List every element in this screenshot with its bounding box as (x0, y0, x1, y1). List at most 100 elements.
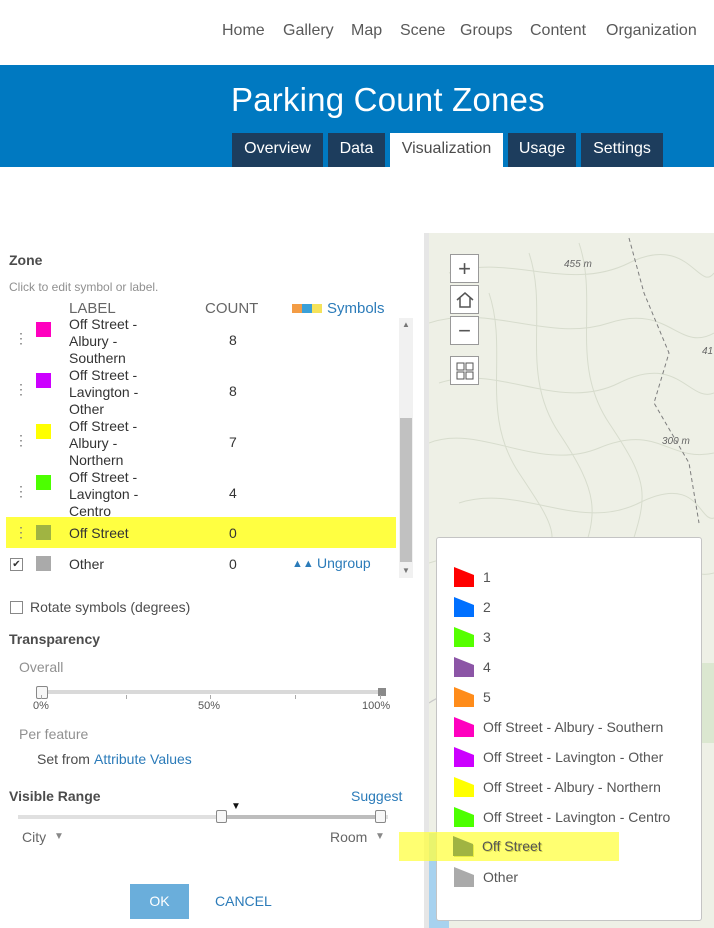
legend-symbol-albury-southern-icon (454, 717, 474, 737)
legend-label-off-street-overlay: Off Street (482, 838, 542, 854)
ungroup-icon[interactable]: ▲▲ (292, 558, 314, 570)
attribute-values-link[interactable]: Attribute Values (94, 751, 192, 767)
top-navigation: Home Gallery Map Scene Groups Content Or… (0, 0, 714, 65)
scroll-up-icon[interactable]: ▲ (399, 318, 413, 332)
legend-label-1: 1 (483, 569, 491, 585)
chevron-down-icon[interactable]: ▼ (54, 831, 64, 842)
contour-label: 300 m (662, 436, 690, 447)
home-icon (456, 292, 473, 308)
row-label-2[interactable]: Off Street - Lavington - Other (69, 367, 138, 418)
row-swatch-other[interactable] (36, 556, 51, 571)
set-from-text: Set from (37, 751, 90, 767)
row-swatch-1[interactable] (36, 322, 51, 337)
zoom-in-button[interactable]: + (450, 254, 479, 283)
nav-scene[interactable]: Scene (400, 22, 445, 40)
row-swatch-2[interactable] (36, 373, 51, 388)
legend-symbol-other-icon (454, 867, 474, 887)
col-count-header: COUNT (205, 300, 259, 317)
range-min-handle[interactable] (216, 810, 227, 823)
legend-label-5: 5 (483, 689, 491, 705)
transparency-heading: Transparency (9, 631, 101, 647)
row-swatch-5[interactable] (36, 525, 51, 540)
legend-label-2: 2 (483, 599, 491, 615)
cancel-button[interactable]: CANCEL (215, 884, 285, 919)
style-panel: Zone Click to edit symbol or label. LABE… (0, 233, 424, 928)
drag-handle-icon[interactable]: ⋮ (14, 525, 28, 539)
nav-organization[interactable]: Organization (606, 22, 697, 40)
row-count-other: 0 (229, 556, 237, 572)
basemap-gallery-button[interactable] (450, 356, 479, 385)
ok-button[interactable]: OK (130, 884, 189, 919)
symbols-icon[interactable] (292, 302, 322, 313)
legend-label-other: Other (483, 869, 519, 885)
nav-content[interactable]: Content (530, 22, 586, 40)
transparency-slider-handle[interactable] (36, 686, 48, 699)
tab-settings[interactable]: Settings (581, 133, 663, 167)
nav-groups[interactable]: Groups (460, 22, 512, 40)
tick-mark (380, 695, 381, 699)
legend-symbol-lavington-other-icon (454, 747, 474, 767)
home-button[interactable] (450, 285, 479, 314)
row-label-1[interactable]: Off Street - Albury - Southern (69, 316, 137, 367)
highlight-marker (6, 517, 396, 548)
range-min-dropdown[interactable]: City (22, 829, 46, 845)
drag-handle-icon[interactable]: ⋮ (14, 433, 28, 447)
tick-label-50: 50% (198, 700, 221, 712)
tab-usage[interactable]: Usage (508, 133, 576, 167)
legend-label-4: 4 (483, 659, 491, 675)
row-label-4[interactable]: Off Street - Lavington - Centro (69, 469, 138, 520)
range-max-dropdown[interactable]: Room (330, 829, 367, 845)
current-scale-marker-icon: ▼ (231, 801, 241, 812)
transparency-slider[interactable] (36, 690, 386, 694)
ungroup-link[interactable]: Ungroup (317, 555, 371, 571)
row-label-3[interactable]: Off Street - Albury - Northern (69, 418, 137, 469)
legend-label-3: 3 (483, 629, 491, 645)
list-scrollbar[interactable]: ▲ ▼ (399, 318, 413, 578)
row-label-5[interactable]: Off Street (69, 525, 129, 542)
legend-panel: 1 2 3 4 5 Off Street - Albury - Southern… (436, 537, 702, 921)
row-count-4: 4 (229, 485, 237, 501)
page-title: Parking Count Zones (231, 81, 545, 118)
tab-overview[interactable]: Overview (232, 133, 323, 167)
row-count-1: 8 (229, 332, 237, 348)
tab-data[interactable]: Data (328, 133, 385, 167)
scroll-down-icon[interactable]: ▼ (399, 564, 413, 578)
row-count-5: 0 (229, 525, 237, 541)
legend-symbol-off-street-overlay-icon (453, 836, 473, 856)
other-checkbox[interactable]: ✔ (10, 558, 23, 571)
legend-label-lavington-other: Off Street - Lavington - Other (483, 749, 664, 765)
legend-symbol-lavington-centro-icon (454, 807, 474, 827)
row-swatch-4[interactable] (36, 475, 51, 490)
legend-symbol-2-icon (454, 597, 474, 617)
legend-symbol-3-icon (454, 627, 474, 647)
chevron-down-icon[interactable]: ▼ (375, 831, 385, 842)
legend-symbol-4-icon (454, 657, 474, 677)
row-label-other[interactable]: Other (69, 556, 104, 573)
drag-handle-icon[interactable]: ⋮ (14, 331, 28, 345)
row-swatch-3[interactable] (36, 424, 51, 439)
visible-range-fill (222, 815, 380, 819)
range-max-handle[interactable] (375, 810, 386, 823)
contour-label: 41 (702, 346, 714, 357)
nav-gallery[interactable]: Gallery (283, 22, 334, 40)
rotate-label: Rotate symbols (degrees) (30, 599, 191, 615)
nav-home[interactable]: Home (222, 22, 265, 40)
drag-handle-icon[interactable]: ⋮ (14, 484, 28, 498)
tick-mark (126, 695, 127, 699)
legend-label-albury-southern: Off Street - Albury - Southern (483, 719, 664, 735)
edit-hint: Click to edit symbol or label. (9, 280, 159, 294)
zoom-out-button[interactable]: − (450, 316, 479, 345)
tab-visualization[interactable]: Visualization (390, 133, 503, 167)
scrollbar-thumb[interactable] (400, 418, 412, 562)
per-feature-label: Per feature (19, 726, 89, 742)
tick-mark (210, 695, 211, 699)
overall-label: Overall (19, 659, 64, 675)
nav-map[interactable]: Map (351, 22, 382, 40)
rotate-checkbox[interactable] (10, 601, 23, 614)
zone-heading: Zone (9, 252, 43, 268)
tick-label-0: 0% (33, 700, 49, 712)
suggest-link[interactable]: Suggest (351, 788, 402, 804)
symbols-link[interactable]: Symbols (327, 300, 385, 317)
item-banner: Parking Count Zones Overview Data Visual… (0, 65, 714, 167)
drag-handle-icon[interactable]: ⋮ (14, 382, 28, 396)
